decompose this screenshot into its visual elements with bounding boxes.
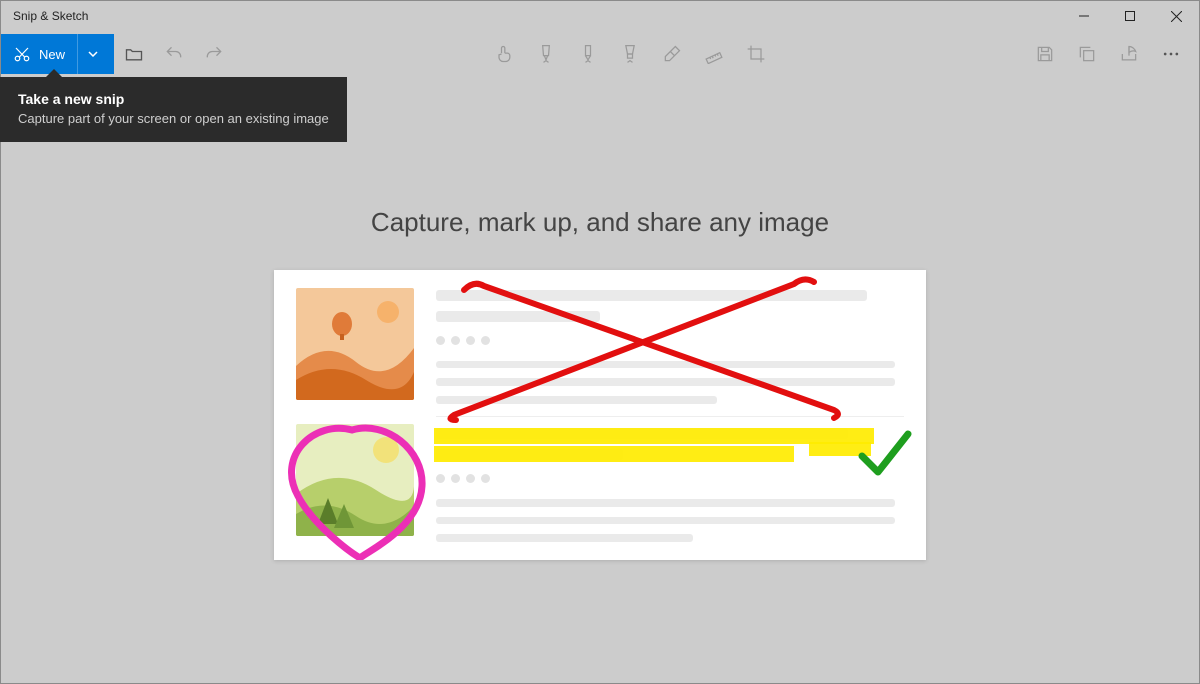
close-icon	[1171, 11, 1182, 22]
new-button-label: New	[39, 47, 65, 62]
hero-illustration	[274, 270, 926, 560]
touch-writing-button[interactable]	[484, 34, 524, 74]
undo-button[interactable]	[154, 34, 194, 74]
window-controls	[1061, 1, 1199, 31]
maximize-button[interactable]	[1107, 1, 1153, 31]
pencil-icon	[578, 43, 598, 65]
maximize-icon	[1125, 11, 1135, 21]
save-button[interactable]	[1025, 34, 1065, 74]
ruler-button[interactable]	[694, 34, 734, 74]
ballpoint-pen-icon	[536, 43, 556, 65]
pencil-button[interactable]	[568, 34, 608, 74]
share-button[interactable]	[1109, 34, 1149, 74]
touch-write-icon	[494, 44, 514, 64]
crop-icon	[746, 44, 766, 64]
redo-icon	[204, 44, 224, 64]
headline-text: Capture, mark up, and share any image	[371, 207, 829, 238]
undo-icon	[164, 44, 184, 64]
copy-button[interactable]	[1067, 34, 1107, 74]
eraser-icon	[662, 44, 682, 64]
highlighter-button[interactable]	[610, 34, 650, 74]
open-button[interactable]	[114, 34, 154, 74]
minimize-icon	[1079, 11, 1089, 21]
share-icon	[1119, 44, 1139, 64]
crop-button[interactable]	[736, 34, 776, 74]
more-icon	[1161, 44, 1181, 64]
ruler-icon	[704, 44, 724, 64]
sample-thumb-green	[296, 424, 414, 536]
content-area: Capture, mark up, and share any image	[1, 77, 1199, 683]
highlighter-icon	[620, 43, 640, 65]
close-button[interactable]	[1153, 1, 1199, 31]
open-icon	[124, 44, 144, 64]
file-tools	[1025, 34, 1191, 74]
annotation-tools	[484, 34, 776, 74]
toolbar: New	[1, 31, 1199, 77]
new-dropdown[interactable]	[77, 34, 108, 74]
new-button-tooltip: Take a new snip Capture part of your scr…	[0, 77, 347, 142]
window-title: Snip & Sketch	[13, 9, 88, 23]
snip-icon	[13, 45, 31, 63]
more-button[interactable]	[1151, 34, 1191, 74]
tooltip-subtitle: Capture part of your screen or open an e…	[18, 111, 329, 126]
eraser-button[interactable]	[652, 34, 692, 74]
redo-button[interactable]	[194, 34, 234, 74]
sample-thumb-orange	[296, 288, 414, 400]
minimize-button[interactable]	[1061, 1, 1107, 31]
sample-text-lines	[436, 288, 904, 542]
chevron-down-icon	[88, 51, 98, 57]
save-icon	[1035, 44, 1055, 64]
ballpoint-pen-button[interactable]	[526, 34, 566, 74]
copy-icon	[1077, 44, 1097, 64]
tooltip-title: Take a new snip	[18, 91, 329, 107]
new-button[interactable]: New	[1, 34, 114, 74]
titlebar: Snip & Sketch	[1, 1, 1199, 31]
